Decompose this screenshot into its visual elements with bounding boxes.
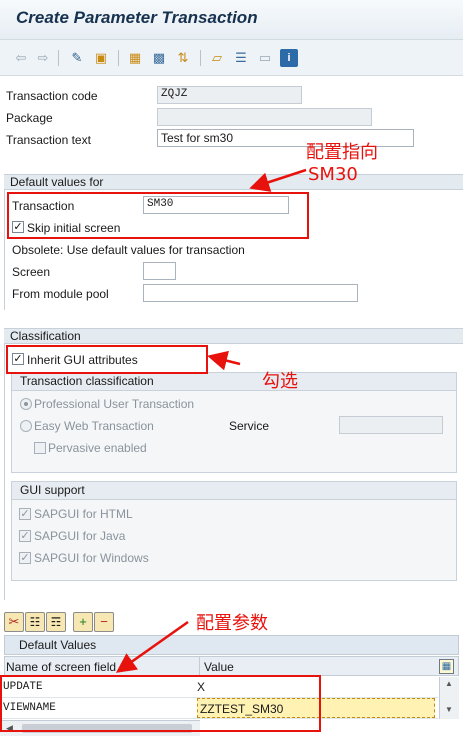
annotation-target-line2: SM30 — [308, 164, 358, 185]
arrow-to-transaction — [249, 168, 307, 192]
arrow-to-default-values — [115, 620, 189, 673]
arrow-to-inherit-gui — [207, 350, 241, 371]
annotation-check: 勾选 — [262, 371, 298, 392]
annotation-params: 配置参数 — [196, 613, 268, 634]
annotation-target-line1: 配置指向 — [306, 142, 378, 163]
